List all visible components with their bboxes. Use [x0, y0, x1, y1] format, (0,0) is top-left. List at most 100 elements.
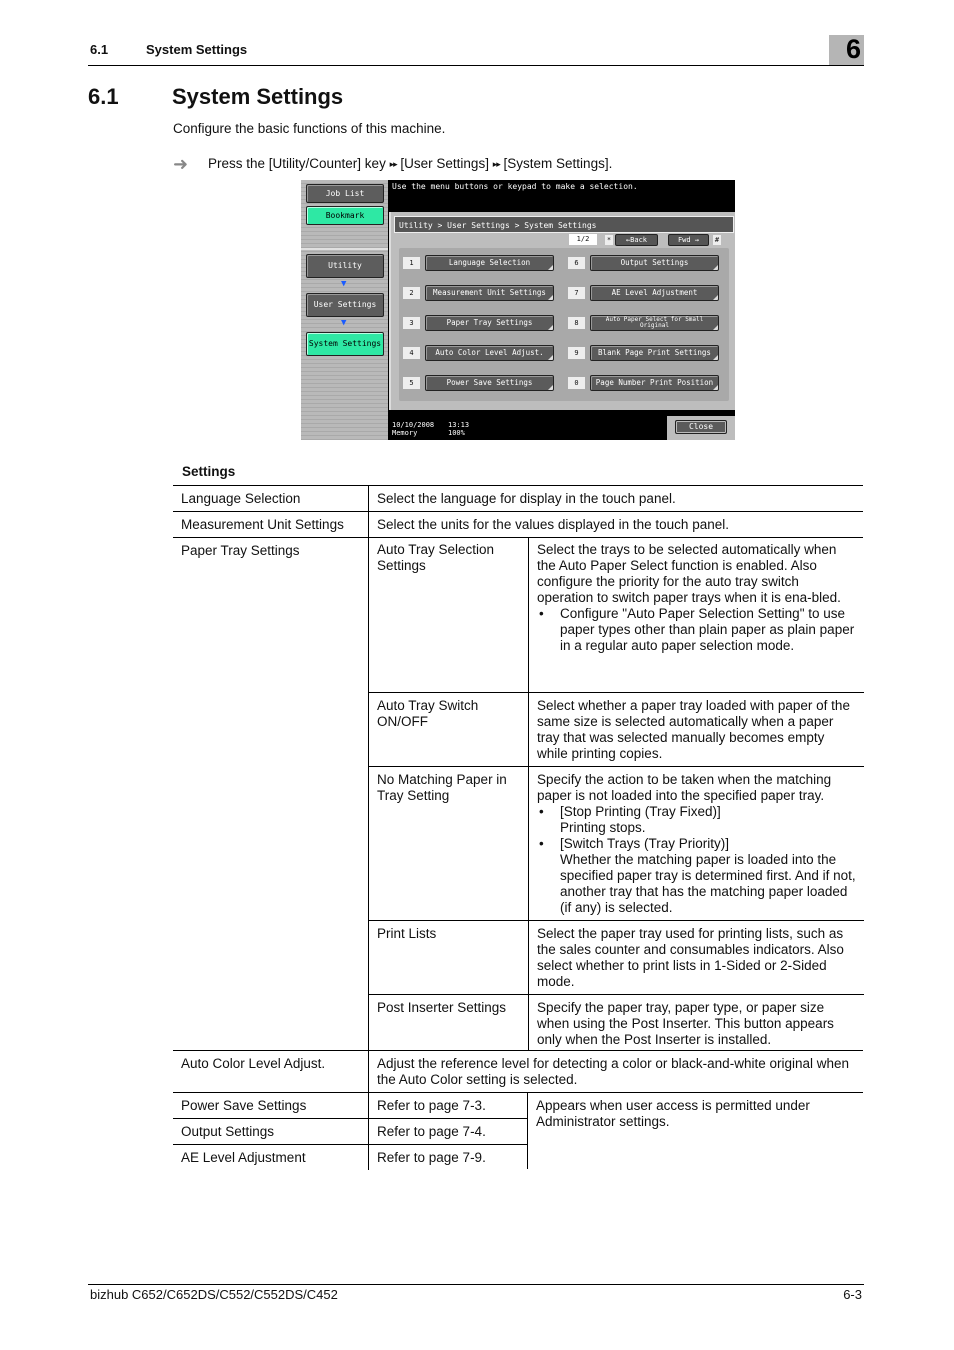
panel-message: Use the menu buttons or keypad to make a… — [392, 182, 638, 191]
setting-name: Measurement Unit Settings — [181, 517, 344, 532]
arrow-right-icon: ➜ — [173, 154, 189, 174]
subsetting-description: Select whether a paper tray loaded with … — [528, 693, 864, 766]
table-row-paper-tray-settings: Paper Tray Settings Auto Tray Selection … — [173, 537, 864, 1051]
intro-text: Configure the basic functions of this ma… — [173, 121, 446, 136]
menu-item-number: 9 — [568, 347, 585, 359]
bookmark-button[interactable]: Bookmark — [306, 206, 384, 225]
setting-name: Paper Tray Settings — [181, 543, 300, 558]
subrow-post-inserter: Post Inserter Settings Specify the paper… — [369, 994, 864, 1051]
menu-item-number: 3 — [403, 317, 420, 329]
subsetting-description: Specify the action to be taken when the … — [528, 767, 864, 920]
table-row-output-settings: Output Settings Refer to page 7-4. — [173, 1118, 527, 1144]
status-date: 10/10/2008 — [392, 421, 435, 429]
hash-key-label: # — [713, 235, 721, 245]
table-group-admin-settings: Power Save Settings Refer to page 7-3. O… — [173, 1092, 863, 1170]
page-title-number: 6.1 — [88, 84, 119, 109]
menu-item-number: 4 — [403, 347, 420, 359]
shared-note: Appears when user access is permitted un… — [527, 1093, 863, 1169]
bullet-list: Configure "Auto Paper Selection Setting"… — [537, 606, 856, 654]
panel-status-bar: 10/10/2008 13:13 Memory 100% — [392, 421, 478, 437]
setting-description: Select the language for display in the t… — [368, 486, 863, 511]
subrow-auto-tray-selection: Auto Tray Selection Settings Select the … — [369, 537, 864, 692]
status-time: 13:13 — [448, 421, 470, 429]
setting-name: Power Save Settings — [181, 1098, 307, 1113]
subsetting-description: Specify the paper tray, paper type, or p… — [528, 995, 864, 1051]
sidebar-divider — [301, 248, 388, 250]
step-part-3: [System Settings]. — [503, 156, 613, 171]
running-header: 6.1 System Settings — [88, 42, 864, 66]
menu-item-label[interactable]: Paper Tray Settings — [425, 315, 554, 331]
double-arrow-icon: ▸▸ — [492, 159, 501, 169]
step-part-2: [User Settings] — [400, 156, 489, 171]
menu-item-number: 1 — [403, 257, 420, 269]
page-reference: Refer to page 7-4. — [368, 1119, 527, 1144]
menu-item-label[interactable]: Auto Paper Select for Small Original — [590, 315, 719, 331]
subsetting-name: Auto Tray Switch ON/OFF — [377, 698, 479, 729]
subsetting-name: Print Lists — [377, 926, 437, 941]
setting-name: AE Level Adjustment — [181, 1150, 306, 1165]
paper-tray-subtable: Auto Tray Selection Settings Select the … — [368, 537, 864, 1051]
table-row-power-save: Power Save Settings Refer to page 7-3. — [173, 1093, 527, 1119]
back-button[interactable]: ←Back — [615, 234, 658, 246]
step-part-1: Press the [Utility/Counter] key — [208, 156, 386, 171]
touch-panel-screenshot: Job List Bookmark Utility ▼ User Setting… — [301, 180, 735, 440]
page-reference: Refer to page 7-9. — [368, 1145, 527, 1170]
double-arrow-icon: ▸▸ — [389, 159, 398, 169]
setting-name: Auto Color Level Adjust. — [181, 1056, 326, 1071]
description-text: Select the trays to be selected automati… — [537, 542, 841, 605]
description-text: Specify the action to be taken when the … — [537, 772, 832, 803]
table-row-language-selection: Language Selection Select the language f… — [173, 485, 863, 511]
subsetting-description: Select the paper tray used for printing … — [528, 921, 864, 994]
menu-item-label[interactable]: Page Number Print Position — [590, 375, 719, 391]
menu-item-number: 6 — [568, 257, 585, 269]
status-memory-value: 100% — [448, 429, 465, 437]
settings-menu-grid: 1 Language Selection 2 Measurement Unit … — [399, 248, 729, 401]
bullet-list: [Stop Printing (Tray Fixed)]Printing sto… — [537, 804, 856, 916]
menu-item-label[interactable]: Language Selection — [425, 255, 554, 271]
job-list-button[interactable]: Job List — [306, 184, 384, 203]
bullet-item: [Switch Trays (Tray Priority)]Whether th… — [537, 836, 856, 916]
menu-item-label[interactable]: Blank Page Print Settings — [590, 345, 719, 361]
table-row-auto-color-level: Auto Color Level Adjust. Adjust the refe… — [173, 1050, 863, 1092]
subsetting-name: Auto Tray Selection Settings — [377, 542, 495, 573]
setting-description: Select the units for the values displaye… — [368, 512, 863, 537]
setting-name: Language Selection — [181, 491, 301, 506]
down-arrow-icon: ▼ — [341, 279, 347, 289]
menu-item-label[interactable]: AE Level Adjustment — [590, 285, 719, 301]
subsetting-description: Select the trays to be selected automati… — [528, 537, 864, 692]
menu-item-number: 5 — [403, 377, 420, 389]
menu-item-label[interactable]: Measurement Unit Settings — [425, 285, 554, 301]
settings-window: Utility > User Settings > System Setting… — [389, 212, 735, 410]
panel-breadcrumb: Utility > User Settings > System Setting… — [394, 216, 734, 233]
subrow-print-lists: Print Lists Select the paper tray used f… — [369, 920, 864, 994]
setting-name: Output Settings — [181, 1124, 275, 1139]
menu-item-label[interactable]: Auto Color Level Adjust. — [425, 345, 554, 361]
menu-item-number: 2 — [403, 287, 420, 299]
procedure-step: ➜ Press the [Utility/Counter] key ▸▸ [Use… — [173, 154, 612, 175]
footer-page-number: 6-3 — [843, 1287, 862, 1302]
menu-item-label[interactable]: Output Settings — [590, 255, 719, 271]
subrow-no-matching-paper: No Matching Paper in Tray Setting Specif… — [369, 766, 864, 920]
panel-sidebar: Job List Bookmark Utility ▼ User Setting… — [301, 180, 388, 440]
page-footer: bizhub C652/C652DS/C552/C552DS/C452 6-3 — [88, 1284, 864, 1302]
utility-button[interactable]: Utility — [306, 254, 384, 278]
subrow-auto-tray-switch: Auto Tray Switch ON/OFF Select whether a… — [369, 692, 864, 766]
menu-item-number: 0 — [568, 377, 585, 389]
bullet-item: Configure "Auto Paper Selection Setting"… — [537, 606, 856, 654]
settings-table-title: Settings — [182, 464, 236, 479]
forward-button[interactable]: Fwd → — [668, 234, 709, 246]
chapter-tab: 6 — [829, 34, 864, 65]
close-button[interactable]: Close — [675, 420, 727, 434]
subsetting-name: Post Inserter Settings — [377, 1000, 507, 1015]
bullet-title: [Switch Trays (Tray Priority)] — [560, 836, 730, 851]
table-row-measurement-unit: Measurement Unit Settings Select the uni… — [173, 511, 863, 537]
user-settings-button[interactable]: User Settings — [306, 293, 384, 317]
down-arrow-icon: ▼ — [341, 318, 347, 328]
menu-item-number: 7 — [568, 287, 585, 299]
bullet-text: Printing stops. — [560, 820, 646, 835]
page-title: 6.1 System Settings — [88, 84, 343, 110]
menu-item-label[interactable]: Power Save Settings — [425, 375, 554, 391]
running-header-section-title: System Settings — [146, 42, 248, 57]
system-settings-button[interactable]: System Settings — [306, 332, 384, 356]
bullet-title: [Stop Printing (Tray Fixed)] — [560, 804, 721, 819]
